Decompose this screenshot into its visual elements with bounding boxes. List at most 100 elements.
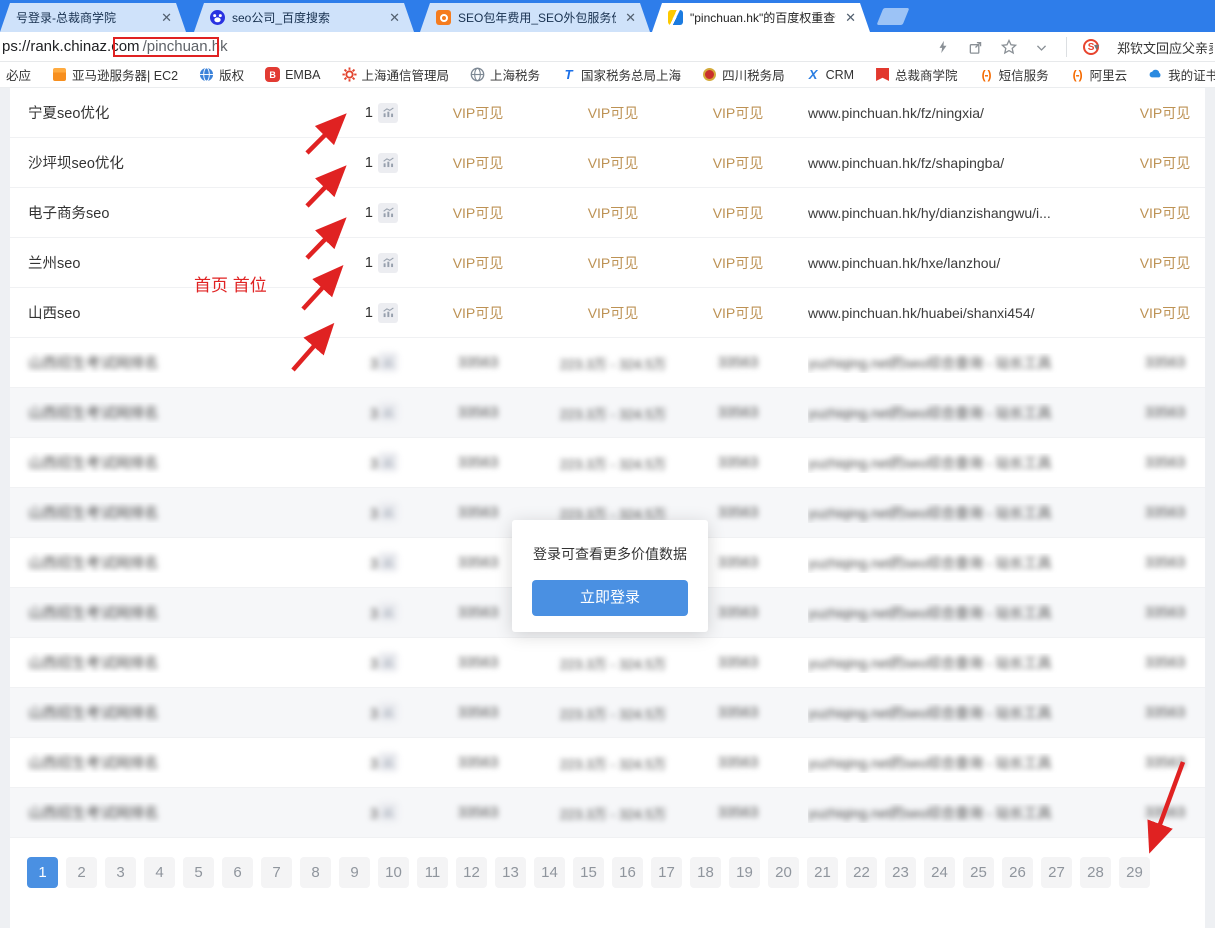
mini-chart-icon[interactable]: [378, 752, 398, 772]
keyword-cell[interactable]: 兰州seo: [10, 252, 350, 273]
index-cell[interactable]: 33563: [398, 705, 558, 721]
mini-chart-icon[interactable]: [378, 303, 398, 323]
flash-icon[interactable]: [934, 39, 951, 56]
index-cell[interactable]: 33563: [668, 355, 808, 371]
page-button[interactable]: 1: [27, 857, 58, 888]
index-cell[interactable]: 33563: [668, 405, 808, 421]
range-cell[interactable]: VIP可见: [558, 203, 668, 223]
url-cell[interactable]: yuzhiqing.net的seo综合查询 - 站长工具: [808, 503, 1125, 523]
page-button[interactable]: 10: [378, 857, 409, 888]
url-cell[interactable]: www.pinchuan.hk/fz/ningxia/: [808, 105, 1125, 121]
index-cell[interactable]: VIP可见: [398, 253, 558, 273]
mini-chart-icon[interactable]: [378, 402, 398, 422]
bookmark-item[interactable]: 上海税务: [470, 65, 540, 84]
tab-close-icon[interactable]: ✕: [843, 10, 858, 26]
keyword-cell[interactable]: 山西招生考试网排名: [10, 652, 350, 673]
url-cell[interactable]: yuzhiqing.net的seo综合查询 - 站长工具: [808, 653, 1125, 673]
range-cell[interactable]: 223.3万 - 324.5万: [558, 653, 668, 673]
url-cell[interactable]: yuzhiqing.net的seo综合查询 - 站长工具: [808, 703, 1125, 723]
index-cell[interactable]: VIP可见: [1125, 253, 1205, 273]
url-cell[interactable]: www.pinchuan.hk/fz/shapingba/: [808, 155, 1125, 171]
index-cell[interactable]: 33563: [398, 755, 558, 771]
browser-tab[interactable]: seo公司_百度搜索✕: [194, 3, 414, 32]
index-cell[interactable]: VIP可见: [1125, 103, 1205, 123]
range-cell[interactable]: 223.3万 - 324.5万: [558, 353, 668, 373]
url-cell[interactable]: www.pinchuan.hk/huabei/shanxi454/: [808, 305, 1125, 321]
url-cell[interactable]: yuzhiqing.net的seo综合查询 - 站长工具: [808, 803, 1125, 823]
page-button[interactable]: 11: [417, 857, 448, 888]
bookmark-item[interactable]: (-)短信服务: [979, 65, 1049, 84]
range-cell[interactable]: VIP可见: [558, 253, 668, 273]
mini-chart-icon[interactable]: [378, 502, 398, 522]
share-icon[interactable]: [967, 39, 984, 56]
page-button[interactable]: 27: [1041, 857, 1072, 888]
page-button[interactable]: 5: [183, 857, 214, 888]
page-button[interactable]: 24: [924, 857, 955, 888]
page-button[interactable]: 12: [456, 857, 487, 888]
url-cell[interactable]: www.pinchuan.hk/hxe/lanzhou/: [808, 255, 1125, 271]
index-cell[interactable]: VIP可见: [398, 303, 558, 323]
page-button[interactable]: 14: [534, 857, 565, 888]
sogou-icon[interactable]: S▼: [1083, 39, 1101, 55]
index-cell[interactable]: VIP可见: [668, 203, 808, 223]
index-cell[interactable]: 33563: [668, 705, 808, 721]
bookmark-item[interactable]: 四川税务局: [702, 65, 785, 84]
page-button[interactable]: 17: [651, 857, 682, 888]
keyword-cell[interactable]: 山西招生考试网排名: [10, 802, 350, 823]
index-cell[interactable]: 33563: [1125, 805, 1205, 821]
index-cell[interactable]: 33563: [668, 655, 808, 671]
page-button[interactable]: 3: [105, 857, 136, 888]
range-cell[interactable]: 223.3万 - 324.5万: [558, 403, 668, 423]
index-cell[interactable]: 33563: [398, 405, 558, 421]
keyword-cell[interactable]: 山西招生考试网排名: [10, 602, 350, 623]
range-cell[interactable]: 223.3万 - 324.5万: [558, 453, 668, 473]
page-button[interactable]: 13: [495, 857, 526, 888]
mini-chart-icon[interactable]: [378, 352, 398, 372]
index-cell[interactable]: 33563: [668, 805, 808, 821]
page-button[interactable]: 26: [1002, 857, 1033, 888]
index-cell[interactable]: 33563: [1125, 705, 1205, 721]
url-cell[interactable]: yuzhiqing.net的seo综合查询 - 站长工具: [808, 753, 1125, 773]
index-cell[interactable]: 33563: [1125, 405, 1205, 421]
login-now-button[interactable]: 立即登录: [532, 580, 688, 616]
bookmark-item[interactable]: 我的证书 - SSL 证: [1148, 65, 1215, 84]
index-cell[interactable]: 33563: [668, 755, 808, 771]
address-bar[interactable]: ps://rank.chinaz.com/pinchuan.hk S▼郑钦文回应…: [0, 32, 1215, 62]
index-cell[interactable]: VIP可见: [1125, 303, 1205, 323]
url-cell[interactable]: yuzhiqing.net的seo综合查询 - 站长工具: [808, 453, 1125, 473]
range-cell[interactable]: VIP可见: [558, 103, 668, 123]
mini-chart-icon[interactable]: [378, 802, 398, 822]
mini-chart-icon[interactable]: [378, 652, 398, 672]
tab-close-icon[interactable]: ✕: [623, 10, 638, 26]
keyword-cell[interactable]: 山西招生考试网排名: [10, 702, 350, 723]
mini-chart-icon[interactable]: [378, 452, 398, 472]
keyword-cell[interactable]: 山西招生考试网排名: [10, 402, 350, 423]
mini-chart-icon[interactable]: [378, 153, 398, 173]
index-cell[interactable]: 33563: [1125, 755, 1205, 771]
bookmark-item[interactable]: T国家税务总局上海: [561, 65, 681, 84]
page-button[interactable]: 29: [1119, 857, 1150, 888]
bookmark-item[interactable]: (-)阿里云: [1070, 65, 1128, 84]
index-cell[interactable]: VIP可见: [668, 253, 808, 273]
bookmark-item[interactable]: 版权: [199, 65, 244, 84]
page-button[interactable]: 7: [261, 857, 292, 888]
page-button[interactable]: 20: [768, 857, 799, 888]
index-cell[interactable]: 33563: [1125, 455, 1205, 471]
index-cell[interactable]: 33563: [1125, 655, 1205, 671]
range-cell[interactable]: VIP可见: [558, 303, 668, 323]
browser-tab[interactable]: "pinchuan.hk"的百度权重查询结✕: [652, 3, 870, 32]
star-icon[interactable]: [1000, 39, 1017, 56]
index-cell[interactable]: 33563: [1125, 355, 1205, 371]
bookmark-item[interactable]: 上海通信管理局: [342, 65, 450, 84]
url-cell[interactable]: yuzhiqing.net的seo综合查询 - 站长工具: [808, 603, 1125, 623]
url-cell[interactable]: yuzhiqing.net的seo综合查询 - 站长工具: [808, 403, 1125, 423]
keyword-cell[interactable]: 山西招生考试网排名: [10, 752, 350, 773]
index-cell[interactable]: VIP可见: [1125, 203, 1205, 223]
range-cell[interactable]: 223.3万 - 324.5万: [558, 803, 668, 823]
bookmark-item[interactable]: XCRM: [806, 67, 854, 82]
index-cell[interactable]: 33563: [668, 455, 808, 471]
mini-chart-icon[interactable]: [378, 602, 398, 622]
bookmark-item[interactable]: 必应: [6, 65, 31, 84]
bookmark-item[interactable]: 总裁商学院: [875, 65, 958, 84]
index-cell[interactable]: 33563: [398, 505, 558, 521]
